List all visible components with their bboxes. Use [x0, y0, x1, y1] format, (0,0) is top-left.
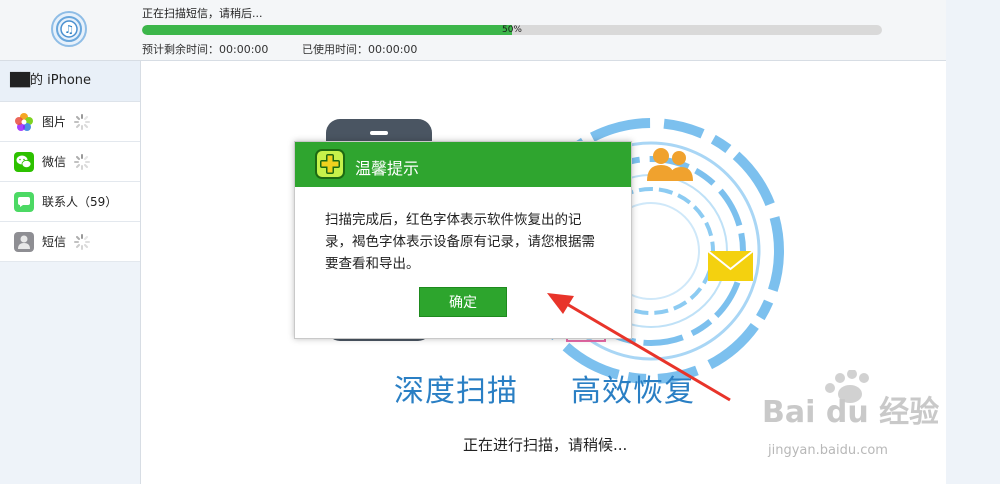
photos-icon [14, 112, 34, 132]
sidebar: ██的 iPhone 图片 微信 联系人（59） 短信 [0, 61, 141, 484]
dialog-title: 温馨提示 [355, 159, 420, 178]
loading-spinner-icon [74, 153, 91, 170]
scan-progress-bar: 50% [142, 25, 882, 35]
app-logo-icon: ♫ [51, 11, 87, 47]
time-used: 已使用时间：00:00:00 [302, 43, 418, 56]
loading-spinner-icon [74, 233, 91, 250]
watermark-url: jingyan.baidu.com [768, 443, 888, 458]
svg-text:♫: ♫ [64, 23, 74, 36]
dialog-message: 扫描完成后，红色字体表示软件恢复出的记录，褐色字体表示设备原有记录，请您根据需要… [325, 212, 595, 272]
ok-button[interactable]: 确定 [419, 287, 507, 317]
device-name[interactable]: ██的 iPhone [0, 61, 140, 102]
top-bar: ♫ 正在扫描短信，请稍后... 50% 预计剩余时间：00:00:00 已使用时… [0, 0, 946, 61]
wechat-icon [14, 151, 34, 172]
tip-dialog: 温馨提示 扫描完成后，红色字体表示软件恢复出的记录，褐色字体表示设备原有记录，请… [294, 141, 632, 339]
slogan-efficient-recovery: 高效恢复 [571, 374, 695, 409]
scan-status-text: 正在扫描短信，请稍后... [142, 7, 263, 20]
sidebar-item-label: 图片 [42, 115, 67, 129]
time-remaining: 预计剩余时间：00:00:00 [142, 43, 269, 56]
sidebar-item-wechat[interactable]: 微信 [0, 142, 140, 182]
envelope-icon [707, 250, 754, 281]
loading-spinner-icon [74, 113, 91, 130]
sidebar-item-photos[interactable]: 图片 [0, 102, 140, 142]
progress-percent: 50% [501, 25, 522, 35]
sidebar-item-label: 短信 [42, 235, 67, 249]
sidebar-item-messages[interactable]: 短信 [0, 222, 140, 262]
dialog-header: 温馨提示 [295, 142, 631, 187]
app-plus-icon [315, 149, 345, 179]
sidebar-item-label: 联系人（59） [42, 195, 118, 209]
sidebar-empty-area [0, 262, 140, 484]
sidebar-item-label: 微信 [42, 155, 67, 169]
slogan-deep-scan: 深度扫描 [394, 374, 518, 409]
sidebar-item-contacts[interactable]: 联系人（59） [0, 182, 140, 222]
contacts-icon [14, 191, 34, 212]
scan-progress-message: 正在进行扫描，请稍候... [463, 436, 628, 454]
svg-text:Bai du 经验: Bai du 经验 [762, 395, 939, 430]
messages-icon [14, 231, 34, 252]
